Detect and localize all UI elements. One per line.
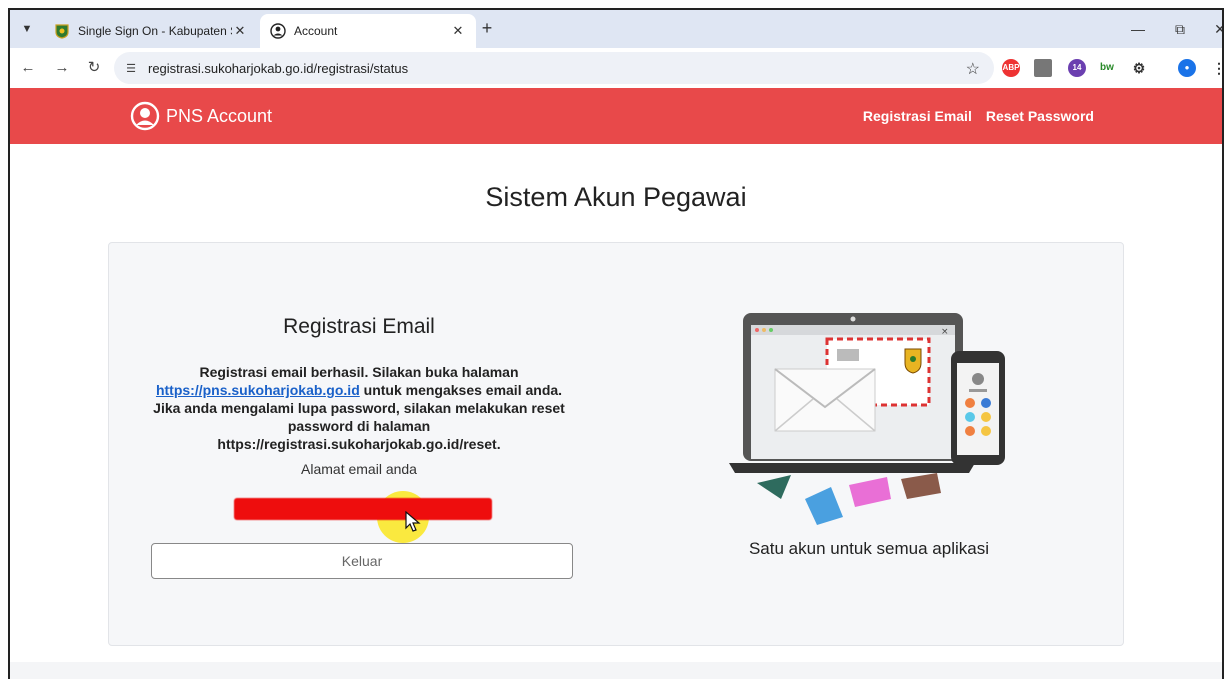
reload-icon[interactable]: ↻ <box>84 58 104 78</box>
back-icon[interactable]: ← <box>18 58 38 78</box>
envelope-stamp-area <box>837 349 859 361</box>
large-envelope <box>774 368 876 432</box>
new-tab-button[interactable]: + <box>476 18 498 40</box>
message-text: untuk mengakses email anda. <box>359 382 563 398</box>
brown-envelope <box>901 473 941 499</box>
blue-envelope <box>805 487 843 525</box>
logout-button[interactable]: Keluar <box>151 543 573 579</box>
seal-emblem <box>910 356 916 362</box>
regency-crest-icon <box>55 24 69 39</box>
brand-name: PNS Account <box>166 105 273 126</box>
tab-title: Single Sign On - Kabupaten Suk <box>78 24 232 38</box>
app-icon <box>981 426 991 436</box>
nav-links: Registrasi Email Reset Password <box>863 108 1094 124</box>
site-settings-icon[interactable]: ☰ <box>122 62 140 75</box>
registration-status-panel: Registrasi Email Registrasi email berhas… <box>149 243 573 645</box>
close-tab-icon[interactable]: ✕ <box>450 23 466 39</box>
teal-envelope <box>757 475 791 499</box>
window-titlebar <box>751 325 955 335</box>
message-line: https://pns.sukoharjokab.go.id untuk men… <box>149 381 569 399</box>
window-dot <box>762 328 766 332</box>
user-circle-icon <box>130 101 160 131</box>
registration-card: Registrasi Email Registrasi email berhas… <box>108 242 1124 646</box>
bw-extension-icon[interactable]: bw <box>1098 59 1116 77</box>
extensions-puzzle-icon[interactable]: ⚙ <box>1130 59 1148 77</box>
email-label: Alamat email anda <box>301 461 417 477</box>
app-icon <box>981 412 991 422</box>
url-text: registrasi.sukoharjokab.go.id/registrasi… <box>148 60 409 76</box>
email-portal-link[interactable]: https://pns.sukoharjokab.go.id <box>156 382 360 398</box>
app-icon <box>965 398 975 408</box>
tab-account[interactable]: Account ✕ <box>260 14 476 48</box>
brand-link[interactable]: PNS Account <box>130 101 272 131</box>
close-window-icon[interactable]: ✕ <box>1210 19 1222 39</box>
tab-strip: ▼ Single Sign On - Kabupaten Suk ✕ Accou… <box>10 10 1222 48</box>
close-tab-icon[interactable]: ✕ <box>232 23 248 39</box>
window-close-glyph: × <box>941 327 949 337</box>
browser-toolbar: ← → ↻ ☰ registrasi.sukoharjokab.go.id/re… <box>10 48 1222 88</box>
laptop-base <box>729 463 975 473</box>
profile-icon[interactable]: ● <box>1178 59 1196 77</box>
minimize-icon[interactable]: — <box>1128 19 1148 39</box>
forward-icon[interactable]: → <box>52 58 72 78</box>
bookmark-star-icon[interactable]: ☆ <box>966 59 980 79</box>
app-icon <box>965 426 975 436</box>
laptop-camera <box>850 316 856 322</box>
redacted-email-value <box>234 498 492 520</box>
window-dot <box>755 328 759 332</box>
phone-avatar <box>972 373 984 385</box>
tab-single-sign-on[interactable]: Single Sign On - Kabupaten Suk ✕ <box>44 14 258 48</box>
tab-title: Account <box>294 24 338 38</box>
browser-window: ▼ Single Sign On - Kabupaten Suk ✕ Accou… <box>8 8 1224 679</box>
email-devices-illustration: × <box>729 313 1005 525</box>
restore-icon[interactable]: ⧉ <box>1170 19 1190 39</box>
calendar-extension-icon[interactable]: 14 <box>1068 59 1086 77</box>
tagline: Satu akun untuk semua aplikasi <box>748 539 990 558</box>
message-line: Registrasi email berhasil. Silakan buka … <box>199 364 519 380</box>
tab-search-icon[interactable]: ▼ <box>16 18 38 40</box>
account-circle-icon <box>270 23 286 39</box>
app-icon <box>965 412 975 422</box>
site-navbar: PNS Account Registrasi Email Reset Passw… <box>10 88 1222 144</box>
bookmark-extension-icon[interactable] <box>1034 59 1052 77</box>
adblock-extension-icon[interactable]: ABP <box>1002 59 1020 77</box>
nav-link-reset-password[interactable]: Reset Password <box>986 108 1094 124</box>
mouse-pointer-icon <box>405 511 421 532</box>
pink-envelope <box>849 477 891 507</box>
footer <box>10 662 1222 679</box>
window-dot <box>769 328 773 332</box>
status-message: Registrasi email berhasil. Silakan buka … <box>149 363 569 453</box>
message-line: https://registrasi.sukoharjokab.go.id/re… <box>217 436 501 452</box>
message-line: password di halaman <box>287 418 431 434</box>
phone-name-bar <box>969 389 987 392</box>
card-heading: Registrasi Email <box>283 315 435 338</box>
message-line: Jika anda mengalami lupa password, silak… <box>153 400 565 416</box>
app-icon <box>981 398 991 408</box>
address-bar[interactable]: ☰ registrasi.sukoharjokab.go.id/registra… <box>114 52 994 84</box>
page-title: Sistem Akun Pegawai <box>485 182 747 212</box>
more-menu-icon[interactable]: ⋮ <box>1210 59 1222 77</box>
nav-link-registrasi-email[interactable]: Registrasi Email <box>863 108 972 124</box>
